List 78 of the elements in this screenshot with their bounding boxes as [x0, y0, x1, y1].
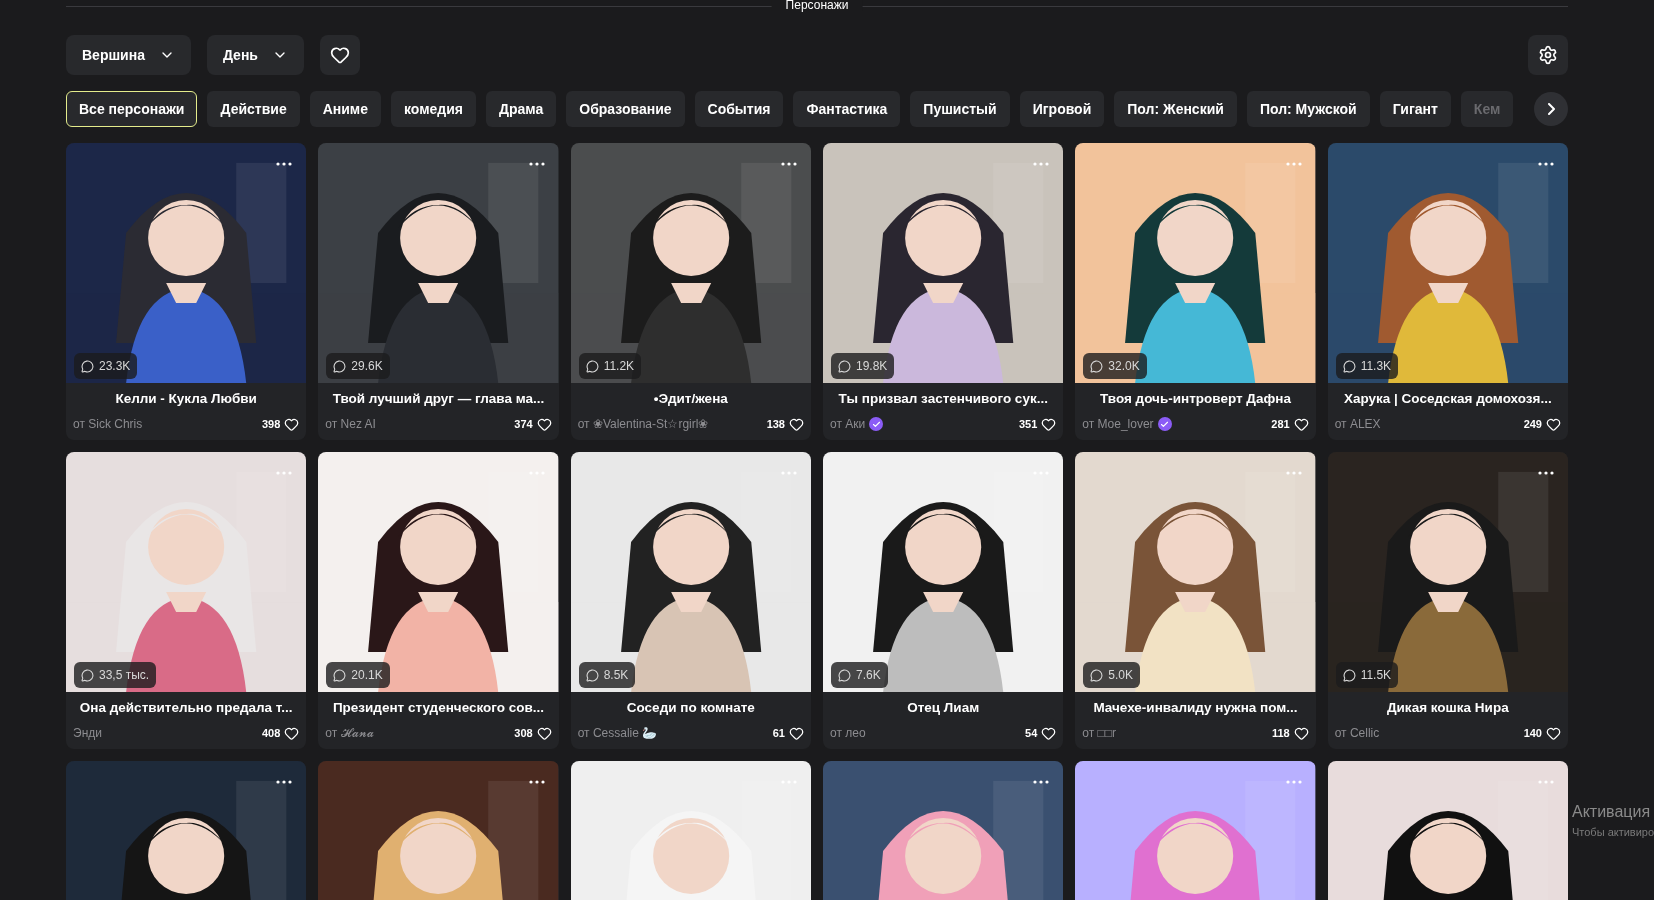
like-count: 374	[514, 416, 533, 432]
like-count: 118	[1271, 725, 1290, 741]
like-count: 398	[261, 416, 281, 432]
character-title: •Эдит/жена	[652, 390, 729, 408]
character-card[interactable]: 20.1K Президент студенческого сов... от 𝓗𝓪𝓷𝓪 308	[318, 452, 559, 749]
like-count: 308	[514, 725, 533, 741]
character-title: Дикая кошка Нира	[1385, 699, 1510, 717]
category-chip[interactable]: Фантастика	[793, 91, 901, 127]
like-count: 138	[766, 416, 785, 432]
character-title: Отец Лиам	[906, 699, 981, 717]
chat-count-badge: 5.0K	[1083, 662, 1140, 688]
chat-count-badge: 33,5 тыс.	[74, 662, 157, 688]
character-card[interactable]: 11.5K Дикая кошка Нира от Cellic 140	[1327, 452, 1568, 749]
character-card[interactable]: 8.5K Соседи по комнате от Cessalie 🦢 61	[570, 452, 811, 749]
category-chip[interactable]: Игровой	[1019, 91, 1105, 127]
character-title: Келли - Кукла Любви	[114, 390, 258, 408]
character-title: Соседи по комнате	[625, 699, 756, 717]
category-chip[interactable]: Гигант	[1379, 91, 1451, 127]
chat-count-badge: 29.6K	[326, 353, 390, 379]
activation-text: Чтобы активиро	[1572, 825, 1654, 840]
author-name[interactable]: от Moe_lover	[1082, 415, 1154, 433]
author-name[interactable]: от лео	[830, 724, 866, 742]
author-name[interactable]: от 𝓗𝓪𝓷𝓪	[325, 724, 374, 742]
author-name[interactable]: от Cessalie 🦢	[577, 724, 658, 742]
activation-title: Активация	[1572, 802, 1652, 822]
category-chip[interactable]: Пол: Мужской	[1246, 91, 1370, 127]
author-name[interactable]: Энди	[73, 724, 102, 742]
character-card[interactable]: 32.0K Твоя дочь-интроверт Дафна от Moe_lover 281	[1075, 143, 1316, 440]
like-count: 140	[1523, 725, 1542, 741]
category-chip[interactable]: Действие	[207, 91, 300, 127]
chat-count-badge: 19.8K	[831, 353, 895, 379]
author-name[interactable]: от ALEX	[1334, 415, 1381, 433]
author-name[interactable]: от ❀Valentina-St☆rgirl❀	[577, 415, 709, 433]
category-chip[interactable]: Пол: Женский	[1114, 91, 1237, 127]
chat-count-badge: 11.2K	[578, 353, 642, 379]
character-title: Харука | Соседская домохозя...	[1342, 390, 1553, 408]
character-title: Президент студенческого сов...	[331, 699, 546, 717]
like-count: 408	[261, 725, 281, 741]
chat-count-badge: 11.5K	[1335, 662, 1399, 688]
category-chip[interactable]: комедия	[391, 91, 476, 127]
category-chip[interactable]: События	[694, 91, 784, 127]
chat-count-badge: 23.3K	[74, 353, 138, 379]
character-title: Твой лучший друг — глава ма...	[331, 390, 546, 408]
author-name[interactable]: от Cellic	[1334, 724, 1380, 742]
like-count: 249	[1523, 416, 1542, 432]
like-count: 54	[1025, 725, 1038, 741]
chat-count-badge: 8.5K	[578, 662, 636, 688]
chat-count-badge: 20.1K	[326, 662, 390, 688]
character-title: Твоя дочь-интроверт Дафна	[1099, 390, 1292, 408]
character-card[interactable]: 19.8K Ты призвал застенчивого сук... от Аки 351	[823, 143, 1064, 440]
sort-dropdown[interactable]: Вершина	[66, 35, 191, 75]
like-count: 351	[1018, 416, 1038, 432]
chat-count-badge: 7.6K	[831, 662, 888, 688]
author-name[interactable]: от Sick Chris	[73, 415, 143, 433]
category-chip[interactable]: Драма	[486, 91, 557, 127]
character-title: Ты призвал застенчивого сук...	[837, 390, 1049, 408]
character-title: Она действительно предала т...	[78, 699, 294, 717]
category-chip[interactable]: Образование	[566, 91, 685, 127]
category-chip[interactable]: Все персонажи	[66, 91, 198, 127]
author-name[interactable]: от Аки	[830, 415, 866, 433]
character-card[interactable]: 7.6K Отец Лиам от лео 54	[823, 452, 1064, 749]
character-card[interactable]: 11.3K Харука | Соседская домохозя... от ALEX 249	[1327, 143, 1568, 440]
character-title: Мачехе-инвалиду нужна пом...	[1092, 699, 1299, 717]
period-dropdown[interactable]: День	[206, 35, 304, 75]
character-card[interactable]: 23.3K Келли - Кукла Любви от Sick Chris 398	[66, 143, 307, 440]
like-count: 281	[1271, 416, 1290, 432]
character-card[interactable]: 5.0K Мачехе-инвалиду нужна пом... от □□r 118	[1075, 452, 1316, 749]
character-card[interactable]: 29.6K Твой лучший друг — глава ма... от Nez AI 374	[318, 143, 559, 440]
character-card[interactable]: 11.2K •Эдит/жена от ❀Valentina-St☆rgirl❀ 138	[570, 143, 811, 440]
chat-count-badge: 11.3K	[1335, 353, 1399, 379]
section-title: Персонажи	[771, 0, 863, 11]
category-chip[interactable]: Пушистый	[910, 91, 1010, 127]
like-count: 61	[772, 725, 785, 741]
author-name[interactable]: от Nez AI	[325, 415, 376, 433]
author-name[interactable]: от □□r	[1082, 724, 1117, 742]
category-chip[interactable]: Аниме	[309, 91, 381, 127]
character-card[interactable]: 33,5 тыс. Она действительно предала т... Энди 408	[66, 452, 307, 749]
chat-count-badge: 32.0K	[1083, 353, 1147, 379]
